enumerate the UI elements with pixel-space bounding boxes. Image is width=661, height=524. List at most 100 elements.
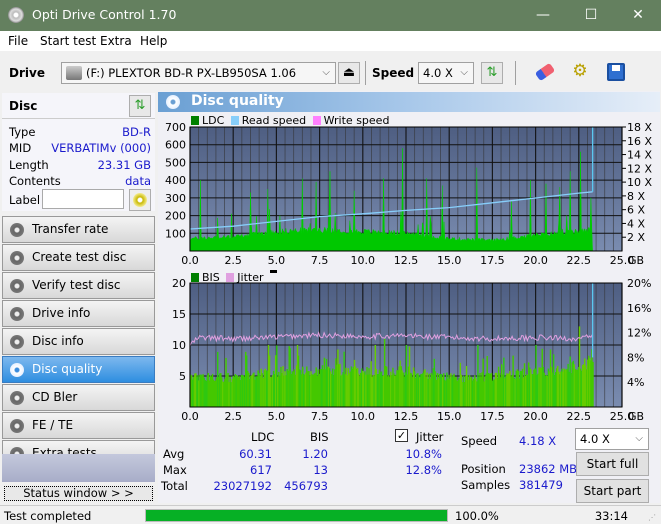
stats-col-bis: BIS [310, 430, 329, 444]
disc-label-input[interactable] [42, 189, 124, 209]
eraser-icon [534, 62, 556, 82]
drive-select-value: (F:) PLEXTOR BD-R PX-LB950SA 1.06 [86, 66, 297, 80]
menu-help[interactable]: Help [140, 34, 167, 48]
x-tick-label: 12.5 [394, 410, 419, 423]
settings-button[interactable]: ⚙ [567, 61, 593, 85]
drive-select[interactable]: (F:) PLEXTOR BD-R PX-LB950SA 1.06 ⌵ [61, 62, 336, 84]
menu-extra[interactable]: Extra [100, 34, 132, 48]
refresh-button[interactable]: ⇅ [481, 62, 503, 84]
stats-max-jitter: 12.8% [405, 463, 442, 477]
disc-label-button[interactable] [129, 189, 151, 211]
nav-label: Disc info [32, 334, 84, 348]
x-tick-label: 7.5 [311, 410, 329, 423]
panel-title: Disc quality [191, 93, 284, 109]
y-tick-label: 400 [165, 174, 186, 187]
nav-disc-info[interactable]: Disc info [2, 328, 155, 355]
eject-icon: ⏏ [342, 65, 356, 80]
disc-tool-icon [10, 335, 24, 349]
legend-marker [270, 270, 277, 273]
speed-readout-value: 4.18 X [519, 434, 557, 448]
y-right-tick-label: 2 X [627, 231, 645, 244]
minimize-button[interactable]: — [528, 4, 558, 26]
x-tick-label: 20.0 [523, 410, 548, 423]
nav-label: Verify test disc [32, 278, 121, 292]
x-axis-unit: GB [628, 254, 644, 267]
y-right-tick-label: 18 X [627, 121, 652, 134]
test-speed-select[interactable]: 4.0 X ⌵ [575, 428, 649, 450]
stats-total-label: Total [161, 479, 188, 493]
drive-label: Drive [9, 66, 45, 80]
maximize-button[interactable]: ☐ [576, 4, 606, 26]
y-right-tick-label: 12% [627, 327, 651, 340]
status-window-button[interactable]: Status window > > [4, 486, 153, 501]
y-tick-label: 600 [165, 139, 186, 152]
y-right-tick-label: 20% [627, 277, 651, 290]
disc-tool-icon [10, 223, 24, 237]
start-full-button[interactable]: Start full [576, 452, 649, 476]
nav-label: CD Bler [32, 390, 78, 404]
nav-fe-te[interactable]: FE / TE [2, 412, 155, 439]
bis-bar [592, 361, 594, 407]
sidebar: Disc ⇅ Type BD-R MID VERBATIMv (000) Len… [0, 91, 157, 503]
progress-bar [145, 509, 448, 522]
x-tick-label: 10.0 [351, 254, 376, 267]
stats-max-bis: 13 [313, 463, 328, 477]
drive-icon [66, 66, 82, 80]
nav-drive-info[interactable]: Drive info [2, 300, 155, 327]
x-tick-label: 22.5 [567, 254, 592, 267]
menu-start-test[interactable]: Start test [40, 34, 96, 48]
disc-tool-icon [10, 363, 24, 377]
eject-button[interactable]: ⏏ [338, 62, 360, 84]
stats-max-ldc: 617 [250, 463, 272, 477]
toolbar: Drive (F:) PLEXTOR BD-R PX-LB950SA 1.06 … [0, 51, 661, 89]
nav-cd-bler[interactable]: CD Bler [2, 384, 155, 411]
nav-transfer-rate[interactable]: Transfer rate [2, 216, 155, 243]
disc-mid-key: MID [9, 141, 32, 155]
samples-label: Samples [461, 478, 511, 492]
stats-avg-bis: 1.20 [302, 447, 328, 461]
menu-file[interactable]: File [8, 34, 28, 48]
status-bar: Test completed 100.0% 33:14 ⋰ [0, 505, 661, 524]
menu-bar: File Start test Extra Help [0, 31, 661, 51]
cd-icon [133, 193, 147, 207]
start-part-button[interactable]: Start part [576, 479, 649, 503]
progress-percent: 100.0% [455, 509, 499, 523]
speed-select[interactable]: 4.0 X ⌵ [418, 62, 474, 84]
y-right-tick-label: 4 X [627, 217, 645, 230]
x-tick-label: 0.0 [181, 410, 199, 423]
stats-col-ldc: LDC [251, 430, 275, 444]
refresh-arrows-icon: ⇅ [134, 98, 146, 113]
chevron-down-icon: ⌵ [635, 433, 643, 444]
x-tick-label: 0.0 [181, 254, 199, 267]
y-tick-label: 15 [172, 308, 186, 321]
disc-refresh-button[interactable]: ⇅ [129, 95, 151, 117]
elapsed-time: 33:14 [594, 509, 628, 523]
resize-grip-icon[interactable]: ⋰ [648, 513, 656, 522]
y-tick-label: 500 [165, 156, 186, 169]
nav-verify-test-disc[interactable]: Verify test disc [2, 272, 155, 299]
close-button[interactable]: ✕ [623, 4, 653, 26]
x-tick-label: 17.5 [480, 410, 505, 423]
stats-avg-ldc: 60.31 [239, 447, 272, 461]
disc-contents-key: Contents [9, 174, 61, 188]
y-tick-label: 10 [172, 339, 186, 352]
test-speed-value: 4.0 X [580, 432, 610, 446]
progress-fill [146, 510, 447, 521]
bis-chart: 5 10 15 20 4% 8% 12% 16% 20% 0.0 2.5 5.0 7.5 10.0 12.5… [172, 277, 651, 423]
nav-label: FE / TE [32, 418, 74, 432]
erase-button[interactable] [532, 61, 558, 85]
save-button[interactable] [603, 61, 629, 85]
nav-label: Transfer rate [32, 222, 109, 236]
speed-readout-label: Speed [461, 434, 498, 448]
position-label: Position [461, 462, 506, 476]
ldc-chart: 100 200 300 400 500 600 700 2 X4 X6 X8 X10 X12 … [165, 121, 652, 267]
y-right-tick-label: 4% [627, 376, 644, 389]
y-right-tick-label: 6 X [627, 204, 645, 217]
y-tick-label: 100 [165, 227, 186, 240]
position-value: 23862 MB [519, 462, 578, 476]
nav-disc-quality[interactable]: Disc quality [2, 356, 155, 383]
toolbar-separator [365, 61, 366, 85]
x-tick-label: 2.5 [224, 410, 242, 423]
jitter-checkbox[interactable]: ✓ [395, 429, 408, 442]
nav-create-test-disc[interactable]: Create test disc [2, 244, 155, 271]
